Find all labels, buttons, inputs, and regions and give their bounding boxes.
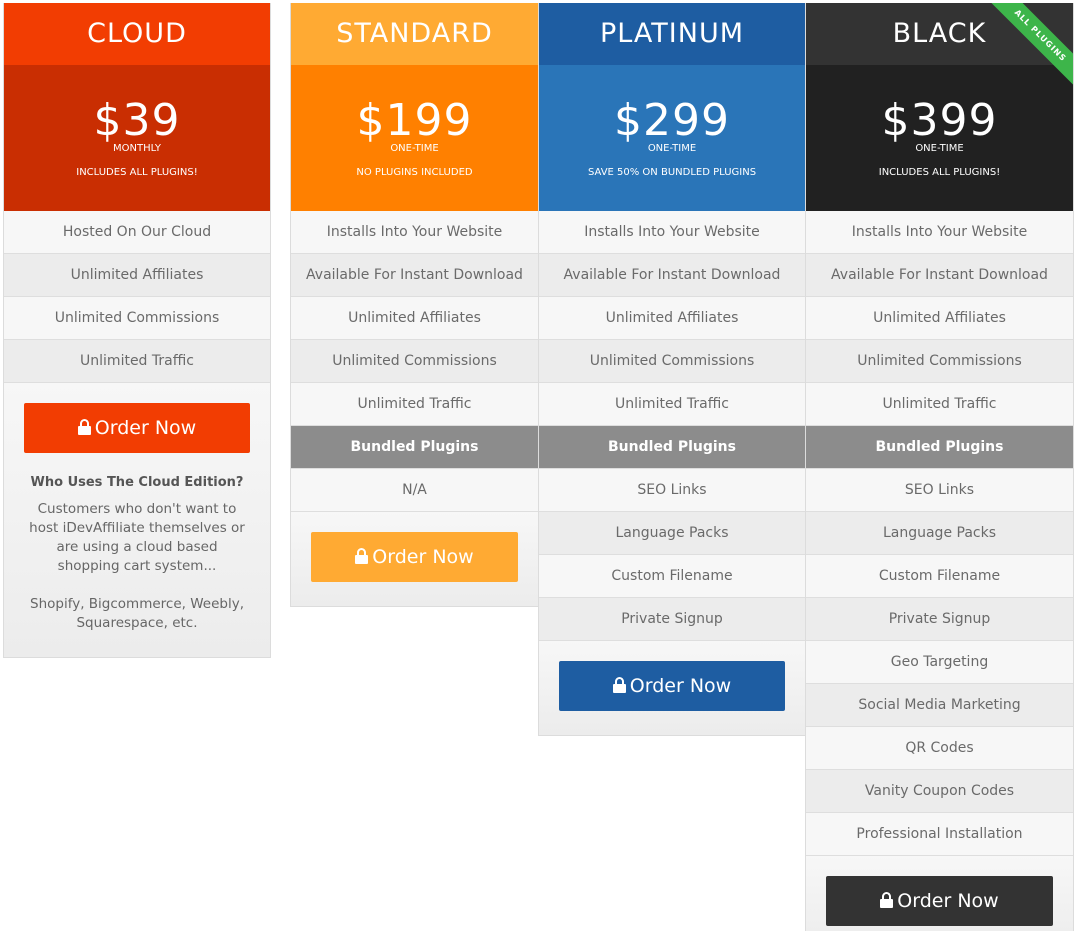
order-now-label: Order Now bbox=[94, 417, 197, 439]
feature-item: Unlimited Affiliates bbox=[806, 297, 1073, 340]
bundled-plugins-header: Bundled Plugins bbox=[806, 426, 1073, 469]
feature-item: Unlimited Affiliates bbox=[539, 297, 805, 340]
plan-footer: Order Now bbox=[291, 512, 538, 606]
plan-price: $39 bbox=[93, 95, 181, 146]
plan-price: $299 bbox=[614, 95, 730, 146]
who-uses-title: Who Uses The Cloud Edition? bbox=[30, 475, 244, 490]
feature-item: Unlimited Traffic bbox=[4, 340, 270, 383]
bundled-plugins-header: Bundled Plugins bbox=[291, 426, 538, 469]
plugin-item: Social Media Marketing bbox=[806, 684, 1073, 727]
plan-note: INCLUDES ALL PLUGINS! bbox=[76, 167, 198, 178]
plan-footer: Order Now bbox=[806, 856, 1073, 931]
plan-note: SAVE 50% ON BUNDLED PLUGINS bbox=[587, 167, 757, 178]
lock-icon bbox=[880, 892, 894, 908]
feature-item: Unlimited Affiliates bbox=[4, 254, 270, 297]
feature-list: Installs Into Your Website Available For… bbox=[291, 211, 538, 512]
order-now-label: Order Now bbox=[372, 546, 474, 568]
plugin-item: Private Signup bbox=[806, 598, 1073, 641]
plan-note: NO PLUGINS INCLUDED bbox=[356, 167, 473, 178]
order-now-button[interactable]: Order Now bbox=[311, 532, 518, 582]
plan-price: $199 bbox=[356, 95, 473, 146]
feature-item: Installs Into Your Website bbox=[539, 211, 805, 254]
plugin-item: Professional Installation bbox=[806, 813, 1073, 856]
order-now-label: Order Now bbox=[897, 890, 999, 912]
plan-footer: Order Now Who Uses The Cloud Edition? Cu… bbox=[4, 383, 270, 657]
price-box: $199 ONE-TIME NO PLUGINS INCLUDED bbox=[291, 65, 538, 211]
order-now-button[interactable]: Order Now bbox=[559, 661, 785, 711]
feature-item: Unlimited Traffic bbox=[806, 383, 1073, 426]
lock-icon bbox=[77, 419, 91, 435]
feature-item: Available For Instant Download bbox=[291, 254, 538, 297]
who-uses-examples: Shopify, Bigcommerce, Weebly, Squarespac… bbox=[30, 596, 244, 631]
plugin-item: QR Codes bbox=[806, 727, 1073, 770]
bundled-plugins-header: Bundled Plugins bbox=[539, 426, 805, 469]
feature-item: Available For Instant Download bbox=[539, 254, 805, 297]
plan-standard: STANDARD $199 ONE-TIME NO PLUGINS INCLUD… bbox=[290, 3, 539, 607]
plan-name: PLATINUM bbox=[539, 3, 805, 65]
plugin-item: Geo Targeting bbox=[806, 641, 1073, 684]
plan-name: CLOUD bbox=[4, 3, 270, 65]
feature-list: Installs Into Your Website Available For… bbox=[539, 211, 805, 641]
plugin-item: SEO Links bbox=[539, 469, 805, 512]
feature-item: Installs Into Your Website bbox=[806, 211, 1073, 254]
lock-icon bbox=[355, 548, 369, 564]
plan-period: ONE-TIME bbox=[915, 143, 964, 154]
feature-list: Hosted On Our Cloud Unlimited Affiliates… bbox=[4, 211, 270, 383]
feature-list: Installs Into Your Website Available For… bbox=[806, 211, 1073, 856]
feature-item: Available For Instant Download bbox=[806, 254, 1073, 297]
feature-item: Hosted On Our Cloud bbox=[4, 211, 270, 254]
feature-item: Unlimited Commissions bbox=[806, 340, 1073, 383]
plan-period: MONTHLY bbox=[113, 143, 161, 154]
plan-platinum: PLATINUM $299 ONE-TIME SAVE 50% ON BUNDL… bbox=[538, 3, 806, 736]
plan-period: ONE-TIME bbox=[390, 143, 439, 154]
plan-price: $399 bbox=[881, 95, 998, 146]
price-box: $299 ONE-TIME SAVE 50% ON BUNDLED PLUGIN… bbox=[539, 65, 805, 211]
plugin-item: Custom Filename bbox=[806, 555, 1073, 598]
feature-item: Unlimited Traffic bbox=[539, 383, 805, 426]
feature-item: Unlimited Commissions bbox=[4, 297, 270, 340]
feature-item: Installs Into Your Website bbox=[291, 211, 538, 254]
plan-black: ALL PLUGINS BLACK $399 ONE-TIME INCLUDES… bbox=[805, 3, 1074, 931]
plan-note: INCLUDES ALL PLUGINS! bbox=[878, 167, 1001, 178]
feature-item: Unlimited Commissions bbox=[291, 340, 538, 383]
feature-item: Unlimited Traffic bbox=[291, 383, 538, 426]
plan-cloud: CLOUD $39 MONTHLY INCLUDES ALL PLUGINS! … bbox=[3, 3, 271, 658]
feature-item: Unlimited Affiliates bbox=[291, 297, 538, 340]
plan-name: STANDARD bbox=[291, 3, 538, 65]
lock-icon bbox=[612, 677, 626, 693]
plugin-item: Language Packs bbox=[539, 512, 805, 555]
plan-period: ONE-TIME bbox=[647, 143, 697, 154]
plugin-item: Vanity Coupon Codes bbox=[806, 770, 1073, 813]
plugin-item: Private Signup bbox=[539, 598, 805, 641]
plugin-item: SEO Links bbox=[806, 469, 1073, 512]
price-box: $399 ONE-TIME INCLUDES ALL PLUGINS! bbox=[806, 65, 1073, 211]
feature-item: Unlimited Commissions bbox=[539, 340, 805, 383]
who-uses-text: Customers who don't want to host iDevAff… bbox=[29, 501, 245, 574]
plan-footer: Order Now bbox=[539, 641, 805, 735]
price-box: $39 MONTHLY INCLUDES ALL PLUGINS! bbox=[4, 65, 270, 211]
order-now-label: Order Now bbox=[629, 675, 732, 697]
plugin-item: Custom Filename bbox=[539, 555, 805, 598]
plugin-item: Language Packs bbox=[806, 512, 1073, 555]
order-now-button[interactable]: Order Now bbox=[24, 403, 250, 453]
plugin-item: N/A bbox=[291, 469, 538, 512]
order-now-button[interactable]: Order Now bbox=[826, 876, 1053, 926]
